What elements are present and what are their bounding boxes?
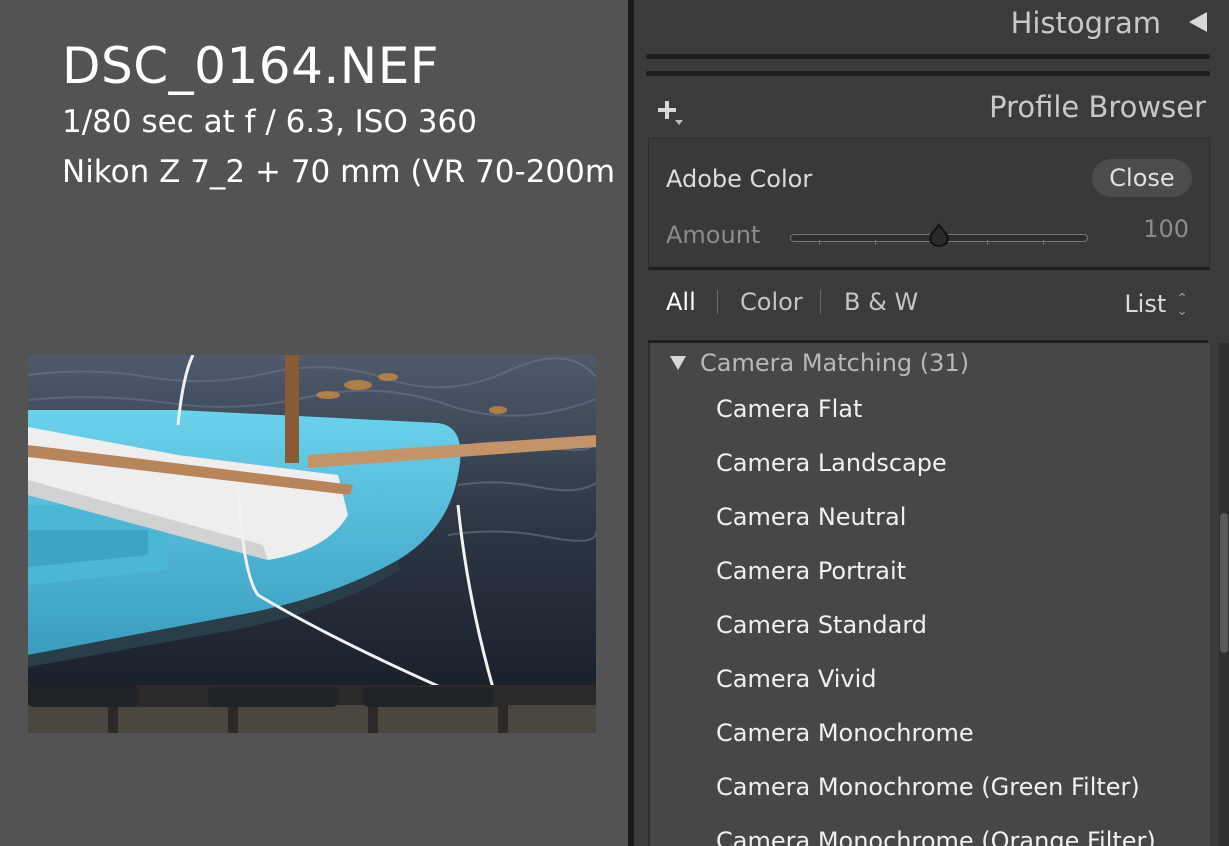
list-item[interactable]: Camera Standard	[716, 611, 927, 639]
photo-info-overlay: DSC_0164.NEF 1/80 sec at f / 6.3, ISO 36…	[62, 34, 615, 198]
list-item[interactable]: Camera Monochrome (Green Filter)	[716, 773, 1140, 801]
triangle-down-icon[interactable]	[670, 356, 686, 370]
image-view: DSC_0164.NEF 1/80 sec at f / 6.3, ISO 36…	[0, 0, 632, 846]
histogram-title: Histogram	[1010, 6, 1161, 40]
profile-browser-title: Profile Browser	[989, 90, 1206, 124]
profile-browser-header: Profile Browser	[634, 84, 1229, 134]
list-item[interactable]: Camera Monochrome (Orange Filter)	[716, 827, 1156, 846]
panel-scrollbar[interactable]	[1219, 343, 1229, 846]
histogram-divider	[646, 54, 1210, 59]
slider-tick	[819, 240, 820, 245]
boat-photo	[28, 355, 596, 733]
filter-bw[interactable]: B & W	[844, 288, 918, 316]
profile-filter-bar: All Color B & W List ⌃ ⌄	[648, 268, 1208, 343]
histogram-header[interactable]: Histogram	[634, 0, 1229, 52]
list-item[interactable]: Camera Flat	[716, 395, 862, 423]
amount-value[interactable]: 100	[1143, 215, 1189, 243]
slider-thumb[interactable]	[928, 223, 950, 249]
filter-color[interactable]: Color	[740, 288, 803, 316]
plus-dropdown-icon[interactable]	[656, 98, 686, 128]
filter-all[interactable]: All	[666, 288, 696, 316]
list-item[interactable]: Camera Monochrome	[716, 719, 974, 747]
group-label: Camera Matching (31)	[700, 349, 970, 377]
list-item[interactable]: Camera Neutral	[716, 503, 906, 531]
photo-preview[interactable]	[28, 355, 596, 733]
slider-tick	[987, 240, 988, 245]
amount-slider[interactable]	[790, 223, 1088, 249]
list-item[interactable]: Camera Portrait	[716, 557, 906, 585]
slider-tick	[1043, 240, 1044, 245]
file-name: DSC_0164.NEF	[62, 37, 440, 95]
selected-profile-name: Adobe Color	[666, 165, 813, 193]
profile-amount-card: Adobe Color Close Amount 100	[648, 138, 1210, 270]
filter-separator	[820, 290, 821, 314]
camera-lens-info: Nikon Z 7_2 + 70 mm (VR 70-200m	[62, 154, 616, 190]
view-mode-label: List	[1124, 290, 1167, 318]
list-item[interactable]: Camera Landscape	[716, 449, 947, 477]
scrollbar-thumb[interactable]	[1220, 513, 1228, 653]
up-down-chevron-icon: ⌃ ⌄	[1176, 291, 1188, 319]
slider-tick	[875, 240, 876, 245]
panel-divider-line	[646, 71, 1210, 76]
view-mode-select[interactable]: List ⌃ ⌄	[1124, 290, 1188, 318]
profile-list: Camera Matching (31) Camera Flat Camera …	[648, 343, 1210, 846]
list-item[interactable]: Camera Vivid	[716, 665, 876, 693]
close-button[interactable]: Close	[1092, 159, 1192, 197]
group-camera-matching[interactable]: Camera Matching (31)	[670, 349, 969, 377]
amount-label: Amount	[666, 221, 761, 249]
filter-separator	[717, 290, 718, 314]
exposure-info: 1/80 sec at f / 6.3, ISO 360	[62, 104, 477, 140]
develop-right-panel: Histogram Profile Browser Adobe Color Cl…	[634, 0, 1229, 846]
triangle-left-icon[interactable]	[1189, 12, 1207, 32]
